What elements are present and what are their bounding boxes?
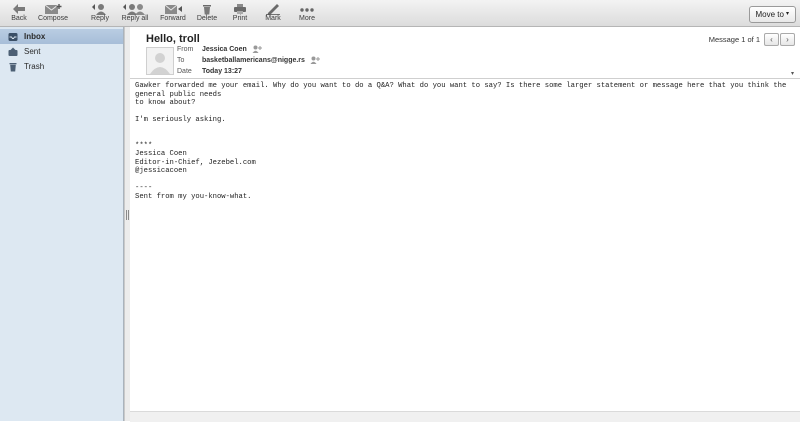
printer-icon xyxy=(234,4,246,14)
message-pane: Hello, troll Message 1 of 1 ‹ › From Jes… xyxy=(130,27,800,422)
reply-all-icon xyxy=(123,4,145,15)
avatar xyxy=(146,47,174,75)
to-value[interactable]: basketballamericans@nigge.rs xyxy=(202,56,305,66)
sidebar-item-trash[interactable]: Trash xyxy=(0,59,123,74)
previous-message-button[interactable]: ‹ xyxy=(764,33,779,46)
date-label: Date xyxy=(177,68,192,75)
more-label: More xyxy=(299,15,315,22)
more-dots-icon xyxy=(300,8,314,12)
print-button[interactable]: Print xyxy=(229,0,251,26)
header-expand-icon[interactable]: ▾ xyxy=(791,70,794,77)
sidebar: Inbox Sent Trash xyxy=(0,27,124,421)
message-subject: Hello, troll xyxy=(146,33,200,45)
forward-button[interactable]: Forward xyxy=(158,0,188,26)
toolbar: Back Compose Reply Reply all Forward Del… xyxy=(0,0,800,27)
to-label: To xyxy=(177,57,185,64)
splitter-grip xyxy=(126,210,127,220)
chevron-down-icon: ▾ xyxy=(785,11,789,17)
from-label: From xyxy=(177,46,194,53)
add-contact-icon[interactable] xyxy=(252,45,262,55)
sent-icon xyxy=(8,47,18,57)
reply-all-label: Reply all xyxy=(121,15,149,22)
sidebar-item-sent[interactable]: Sent xyxy=(0,44,123,59)
move-to-button[interactable]: Move to ▾ xyxy=(748,6,796,23)
sidebar-item-label: Trash xyxy=(24,62,45,71)
forward-icon xyxy=(164,4,182,14)
message-counter: Message 1 of 1 xyxy=(708,35,760,44)
back-arrow-icon xyxy=(13,4,25,14)
trash-can-icon xyxy=(203,5,211,15)
reply-all-button[interactable]: Reply all xyxy=(117,0,153,26)
pencil-icon xyxy=(266,4,280,15)
move-to-label: Move to xyxy=(755,10,784,19)
compose-label: Compose xyxy=(38,15,68,22)
reply-icon xyxy=(92,4,106,15)
inbox-icon xyxy=(8,32,18,42)
reply-button[interactable]: Reply xyxy=(86,0,114,26)
from-row: From Jessica Coen xyxy=(177,45,262,55)
person-silhouette-icon xyxy=(150,53,170,74)
print-label: Print xyxy=(232,15,248,22)
delete-button[interactable]: Delete xyxy=(195,0,219,26)
message-body: Gawker forwarded me your email. Why do y… xyxy=(135,82,787,201)
add-contact-icon[interactable] xyxy=(310,56,320,66)
delete-label: Delete xyxy=(196,15,218,22)
chevron-right-icon: › xyxy=(786,35,789,44)
bottom-bar xyxy=(130,411,800,422)
reply-label: Reply xyxy=(91,15,109,22)
compose-button[interactable]: Compose xyxy=(36,0,70,26)
date-value: Today 13:27 xyxy=(202,68,242,75)
mark-label: Mark xyxy=(265,15,281,22)
compose-icon xyxy=(44,4,62,14)
back-label: Back xyxy=(11,15,27,22)
back-button[interactable]: Back xyxy=(6,0,32,26)
date-row: Date Today 13:27 xyxy=(177,67,242,77)
from-value[interactable]: Jessica Coen xyxy=(202,45,247,55)
sidebar-item-label: Inbox xyxy=(24,32,46,41)
to-row: To basketballamericans@nigge.rs xyxy=(177,56,320,66)
message-header: Hello, troll Message 1 of 1 ‹ › From Jes… xyxy=(130,27,800,79)
next-message-button[interactable]: › xyxy=(780,33,795,46)
forward-label: Forward xyxy=(160,15,186,22)
trash-icon xyxy=(8,62,18,72)
sidebar-item-inbox[interactable]: Inbox xyxy=(0,29,123,44)
chevron-left-icon: ‹ xyxy=(770,35,773,44)
more-button[interactable]: More xyxy=(296,0,318,26)
sidebar-item-label: Sent xyxy=(24,47,41,56)
mark-button[interactable]: Mark xyxy=(262,0,284,26)
